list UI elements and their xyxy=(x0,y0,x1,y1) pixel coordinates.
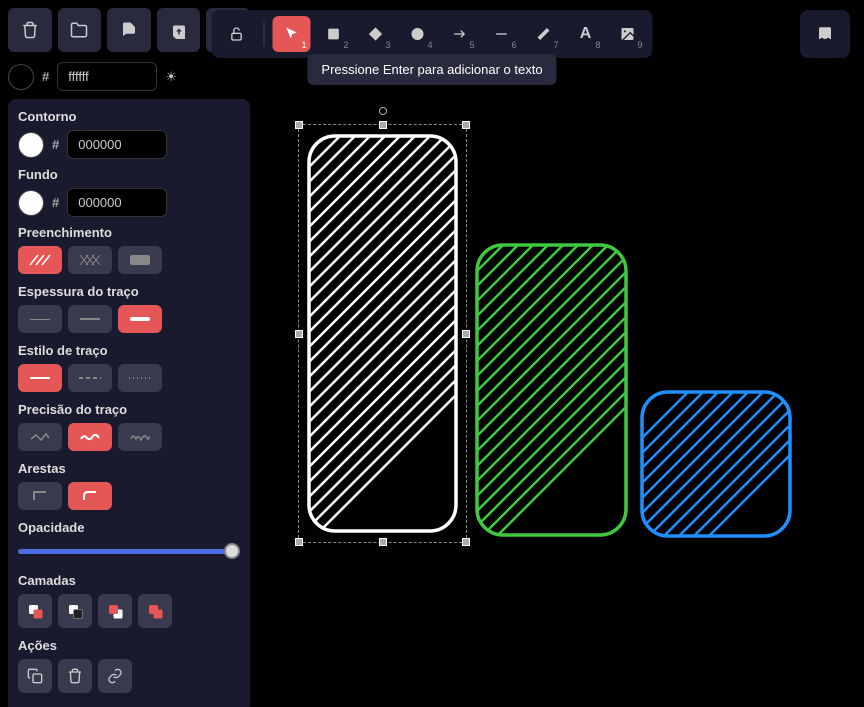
duplicate-button[interactable] xyxy=(18,659,52,693)
stroke-solid-button[interactable] xyxy=(18,364,62,392)
rotate-handle[interactable] xyxy=(379,107,387,115)
delete-button[interactable] xyxy=(8,8,52,52)
stroke-label: Contorno xyxy=(18,109,240,124)
resize-handle-nw[interactable] xyxy=(295,121,303,129)
sloppiness-artist-button[interactable] xyxy=(68,423,112,451)
lock-tool[interactable] xyxy=(218,16,256,52)
delete-element-button[interactable] xyxy=(58,659,92,693)
sloppiness-label: Precisão do traço xyxy=(18,402,240,417)
resize-handle-se[interactable] xyxy=(462,538,470,546)
edges-round-button[interactable] xyxy=(68,482,112,510)
fill-label: Preenchimento xyxy=(18,225,240,240)
fill-cross-button[interactable] xyxy=(68,246,112,274)
send-backward-button[interactable] xyxy=(58,594,92,628)
stroke-style-label: Estilo de traço xyxy=(18,343,240,358)
stroke-thin-button[interactable] xyxy=(18,305,62,333)
fill-hachure-button[interactable] xyxy=(18,246,62,274)
actions-label: Ações xyxy=(18,638,240,653)
resize-handle-n[interactable] xyxy=(379,121,387,129)
link-button[interactable] xyxy=(98,659,132,693)
save-button[interactable] xyxy=(107,8,151,52)
properties-panel: Contorno # Fundo # Preenchimento Espessu… xyxy=(8,99,250,707)
resize-handle-ne[interactable] xyxy=(462,121,470,129)
stroke-thick-button[interactable] xyxy=(118,305,162,333)
canvas-color-swatch[interactable] xyxy=(8,64,34,90)
stroke-color-swatch[interactable] xyxy=(18,132,44,158)
background-label: Fundo xyxy=(18,167,240,182)
hash-label: # xyxy=(42,69,49,84)
settings-icon[interactable]: ☀ xyxy=(165,69,177,85)
resize-handle-e[interactable] xyxy=(462,330,470,338)
edges-sharp-button[interactable] xyxy=(18,482,62,510)
resize-handle-w[interactable] xyxy=(295,330,303,338)
background-color-input[interactable] xyxy=(67,188,167,217)
background-color-swatch[interactable] xyxy=(18,190,44,216)
open-button[interactable] xyxy=(58,8,102,52)
canvas[interactable] xyxy=(258,0,864,707)
bring-forward-button[interactable] xyxy=(98,594,132,628)
edges-label: Arestas xyxy=(18,461,240,476)
stroke-medium-button[interactable] xyxy=(68,305,112,333)
shape-green[interactable] xyxy=(475,243,628,537)
resize-handle-sw[interactable] xyxy=(295,538,303,546)
send-to-back-button[interactable] xyxy=(18,594,52,628)
stroke-dashed-button[interactable] xyxy=(68,364,112,392)
export-button[interactable] xyxy=(157,8,201,52)
resize-handle-s[interactable] xyxy=(379,538,387,546)
bring-to-front-button[interactable] xyxy=(138,594,172,628)
selection-box[interactable] xyxy=(298,124,467,543)
shape-blue[interactable] xyxy=(640,390,792,538)
sloppiness-architect-button[interactable] xyxy=(18,423,62,451)
stroke-dotted-button[interactable] xyxy=(118,364,162,392)
stroke-width-label: Espessura do traço xyxy=(18,284,240,299)
layers-label: Camadas xyxy=(18,573,240,588)
sloppiness-cartoonist-button[interactable] xyxy=(118,423,162,451)
opacity-slider[interactable] xyxy=(18,541,240,561)
stroke-color-input[interactable] xyxy=(67,130,167,159)
canvas-color-input[interactable] xyxy=(57,62,157,91)
opacity-label: Opacidade xyxy=(18,520,240,535)
fill-solid-button[interactable] xyxy=(118,246,162,274)
